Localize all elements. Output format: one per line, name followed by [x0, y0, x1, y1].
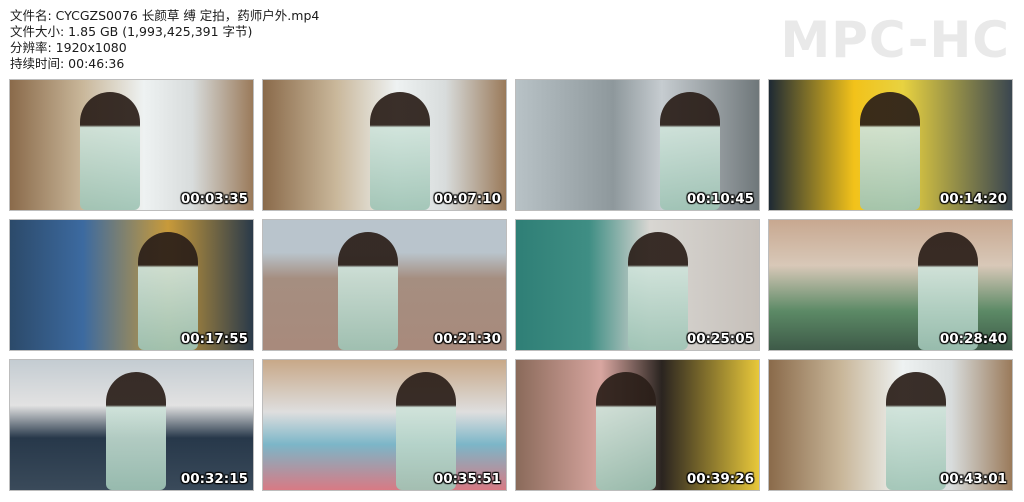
person-figure	[596, 372, 656, 490]
video-thumbnail: 00:03:35	[9, 79, 254, 211]
video-thumbnail: 00:25:05	[515, 219, 760, 351]
thumbnail-timestamp: 00:25:05	[686, 331, 754, 347]
video-thumbnail: 00:10:45	[515, 79, 760, 211]
person-figure	[886, 372, 946, 490]
thumbnail-timestamp: 00:32:15	[180, 471, 248, 487]
person-figure	[338, 232, 398, 350]
thumbnail-timestamp: 00:35:51	[433, 471, 501, 487]
person-figure	[370, 92, 430, 210]
person-figure	[860, 92, 920, 210]
video-thumbnail: 00:39:26	[515, 359, 760, 491]
thumbnail-timestamp: 00:14:20	[939, 191, 1007, 207]
video-thumbnail: 00:14:20	[768, 79, 1013, 211]
thumbnail-timestamp: 00:17:55	[180, 331, 248, 347]
thumbnail-timestamp: 00:28:40	[939, 331, 1007, 347]
thumbnail-timestamp: 00:43:01	[939, 471, 1007, 487]
person-figure	[106, 372, 166, 490]
thumbnail-timestamp: 00:03:35	[180, 191, 248, 207]
thumbnail-timestamp: 00:21:30	[433, 331, 501, 347]
video-thumbnail: 00:21:30	[262, 219, 507, 351]
video-thumbnail: 00:07:10	[262, 79, 507, 211]
video-thumbnail: 00:32:15	[9, 359, 254, 491]
video-thumbnail: 00:28:40	[768, 219, 1013, 351]
video-thumbnail: 00:35:51	[262, 359, 507, 491]
person-figure	[80, 92, 140, 210]
thumbnail-timestamp: 00:07:10	[433, 191, 501, 207]
video-thumbnail: 00:43:01	[768, 359, 1013, 491]
person-figure	[628, 232, 688, 350]
video-thumbnail: 00:17:55	[9, 219, 254, 351]
thumbnail-grid: 00:03:35 00:07:10 00:10:45 00:14:20 00:17:55…	[0, 0, 1024, 502]
thumbnail-timestamp: 00:39:26	[686, 471, 754, 487]
thumbnail-timestamp: 00:10:45	[686, 191, 754, 207]
